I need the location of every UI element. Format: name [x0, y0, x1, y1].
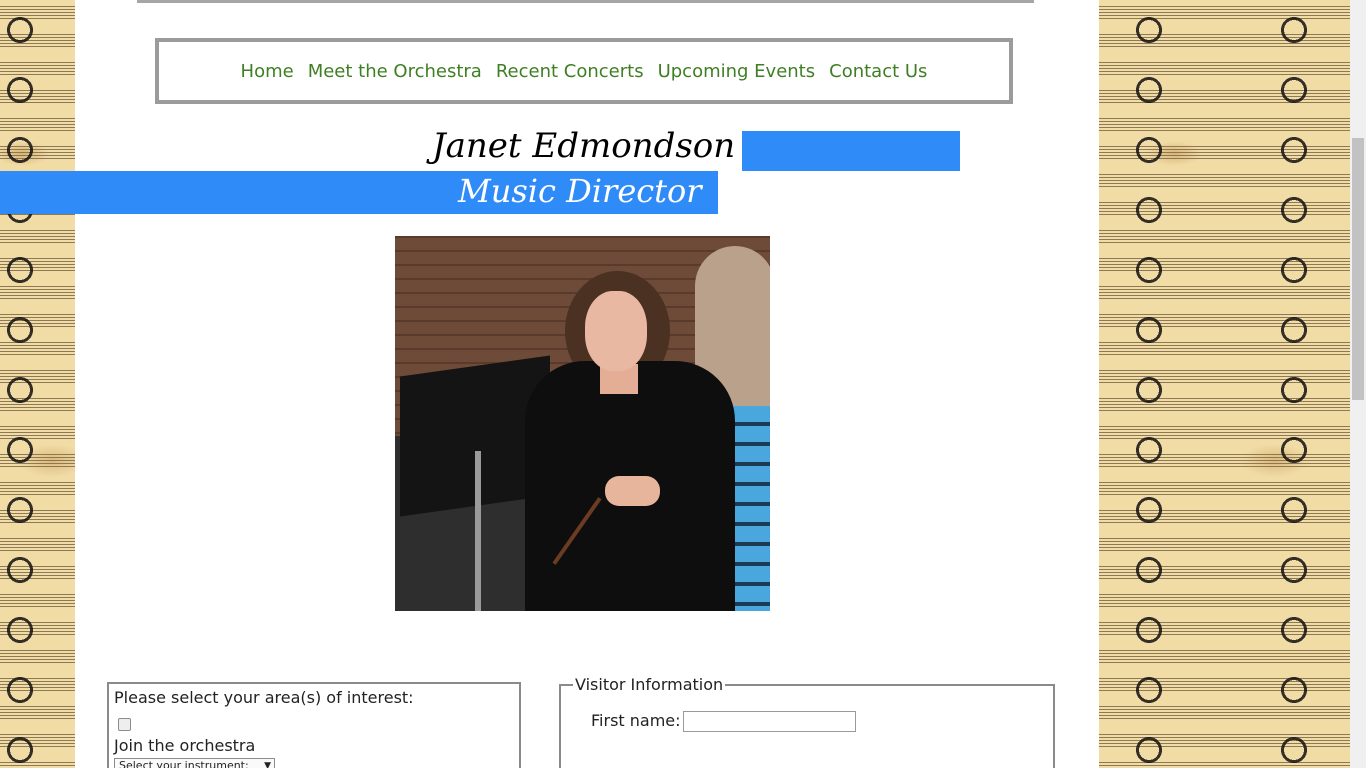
nav-home-link[interactable]: Home: [241, 61, 294, 82]
page-title: Janet Edmondson: [432, 126, 736, 166]
visitor-legend: Visitor Information: [573, 675, 726, 694]
main-navigation: Home Meet the Orchestra Recent Concerts …: [155, 38, 1013, 104]
swirl-ornament-icon: [1129, 0, 1169, 768]
scrollbar-thumb[interactable]: [1352, 138, 1364, 400]
instrument-select-value: Select your instrument:: [119, 759, 249, 768]
title-highlight-bar: [742, 131, 960, 171]
page-subtitle: Music Director: [458, 172, 702, 210]
nav-recent-concerts-link[interactable]: Recent Concerts: [496, 61, 644, 82]
instrument-select[interactable]: Select your instrument: ▼: [114, 758, 275, 768]
music-sheet-decoration-left: [0, 0, 75, 768]
top-frame-divider: [137, 0, 1034, 3]
swirl-ornament-icon: [1274, 0, 1314, 768]
page-scrollbar[interactable]: [1350, 0, 1366, 768]
chevron-down-icon: ▼: [264, 761, 271, 768]
interest-prompt: Please select your area(s) of interest:: [114, 688, 414, 707]
nav-meet-orchestra-link[interactable]: Meet the Orchestra: [308, 61, 482, 82]
nav-contact-us-link[interactable]: Contact Us: [829, 61, 927, 82]
join-orchestra-label: Join the orchestra: [114, 736, 256, 755]
conductor-photo: [395, 236, 770, 611]
first-name-label: First name:: [591, 711, 681, 730]
swirl-ornament-icon: [0, 0, 40, 768]
first-name-input[interactable]: [683, 711, 856, 732]
join-orchestra-checkbox[interactable]: [118, 718, 131, 731]
nav-upcoming-events-link[interactable]: Upcoming Events: [658, 61, 816, 82]
music-sheet-decoration-right: [1099, 0, 1350, 768]
